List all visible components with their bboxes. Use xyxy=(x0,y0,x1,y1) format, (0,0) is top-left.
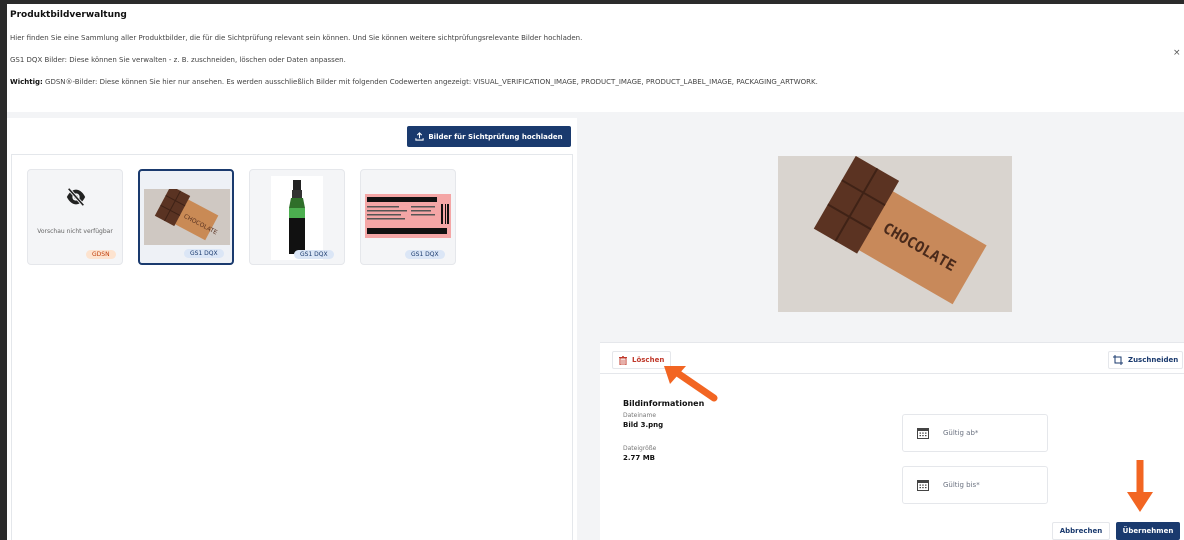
bottle-thumbnail-image xyxy=(271,176,323,260)
upload-button-label: Bilder für Sichtprüfung hochladen xyxy=(428,132,563,141)
info-text-2: GS1 DQX Bilder: Diese können Sie verwalt… xyxy=(10,56,346,64)
thumbnail-chocolate[interactable]: CHOCOLATE GS1 DQX xyxy=(138,169,234,265)
crop-icon xyxy=(1113,355,1123,365)
screen-frame: Produktbildverwaltung Hier finden Sie ei… xyxy=(0,0,1184,540)
filesize-value: 2.77 MB xyxy=(623,454,656,462)
important-text: GDSN®-Bilder: Diese können Sie hier nur … xyxy=(42,78,818,86)
image-gallery-panel: Bilder für Sichtprüfung hochladen Vorsch… xyxy=(7,118,577,540)
image-preview-area: CHOCOLATE xyxy=(600,120,1184,342)
product-image-dialog: Produktbildverwaltung Hier finden Sie ei… xyxy=(7,4,1184,540)
image-detail-panel: CHOCOLATE Löschen Zuschneiden Bildinform… xyxy=(600,120,1184,540)
image-info-section: Bildinformationen Dateiname Bild 3.png D… xyxy=(600,374,1184,540)
page-title: Produktbildverwaltung xyxy=(10,10,127,20)
gs1-dqx-badge: GS1 DQX xyxy=(294,250,334,259)
filename-value: Bild 3.png xyxy=(623,421,664,429)
image-info-title: Bildinformationen xyxy=(623,399,705,408)
thumbnail-label[interactable]: GS1 DQX xyxy=(360,169,456,265)
calendar-icon xyxy=(917,428,929,439)
label-thumbnail-image xyxy=(365,194,451,238)
gs1-dqx-badge: GS1 DQX xyxy=(184,249,224,258)
upload-images-button[interactable]: Bilder für Sichtprüfung hochladen xyxy=(407,126,571,147)
valid-to-field[interactable]: Gültig bis* xyxy=(902,466,1048,504)
gs1-dqx-badge: GS1 DQX xyxy=(405,250,445,259)
info-text-1: Hier finden Sie eine Sammlung aller Prod… xyxy=(10,34,583,42)
image-actions-bar: Löschen Zuschneiden xyxy=(600,342,1184,374)
apply-button[interactable]: Übernehmen xyxy=(1116,522,1180,540)
chocolate-thumbnail-image: CHOCOLATE xyxy=(144,189,230,245)
no-preview-text: Vorschau nicht verfügbar xyxy=(37,228,113,235)
valid-to-placeholder: Gültig bis* xyxy=(943,481,980,489)
eye-slash-icon xyxy=(66,187,86,207)
thumbnail-gdsn[interactable]: Vorschau nicht verfügbar GDSN xyxy=(27,169,123,265)
thumbnail-bottle[interactable]: GS1 DQX xyxy=(249,169,345,265)
gdsn-badge: GDSN xyxy=(86,250,116,259)
filesize-label: Dateigröße xyxy=(623,445,657,452)
crop-button[interactable]: Zuschneiden xyxy=(1108,351,1184,369)
valid-from-field[interactable]: Gültig ab* xyxy=(902,414,1048,452)
close-icon[interactable]: × xyxy=(1173,48,1181,58)
upload-icon xyxy=(415,132,424,141)
important-label: Wichtig: xyxy=(10,78,43,86)
info-text-3: Wichtig: GDSN®-Bilder: Diese können Sie … xyxy=(10,78,818,86)
delete-button-label: Löschen xyxy=(632,356,665,364)
delete-button[interactable]: Löschen xyxy=(612,351,672,369)
thumbnail-grid: Vorschau nicht verfügbar GDSN CHOCOLATE … xyxy=(11,154,573,540)
crop-button-label: Zuschneiden xyxy=(1128,356,1179,364)
filename-label: Dateiname xyxy=(623,412,657,419)
trash-icon xyxy=(619,355,627,365)
valid-from-placeholder: Gültig ab* xyxy=(943,429,979,437)
dialog-header: Produktbildverwaltung Hier finden Sie ei… xyxy=(7,4,1184,112)
cancel-button[interactable]: Abbrechen xyxy=(1052,522,1110,540)
calendar-icon xyxy=(917,480,929,491)
chocolate-preview-image: CHOCOLATE xyxy=(778,156,1012,312)
